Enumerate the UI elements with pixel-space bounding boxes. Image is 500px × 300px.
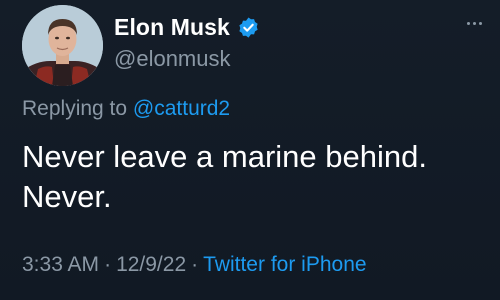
more-options-icon[interactable] (467, 22, 482, 25)
profile-photo (22, 5, 103, 86)
meta-separator: · (104, 253, 112, 276)
tweet-source-link[interactable]: Twitter for iPhone (203, 253, 366, 276)
avatar[interactable] (22, 5, 103, 86)
more-dot (467, 22, 470, 25)
author-name-row: Elon Musk (114, 13, 260, 41)
tweet-card: Elon Musk @elonmusk Replying to @catturd… (0, 0, 500, 300)
meta-separator: · (191, 253, 199, 276)
more-dot (479, 22, 482, 25)
tweet-text-line: Never. (22, 179, 112, 214)
more-dot (473, 22, 476, 25)
author-handle[interactable]: @elonmusk (114, 45, 231, 73)
tweet-text: Never leave a marine behind. Never. (22, 137, 492, 217)
replying-to-label: Replying to (22, 97, 133, 120)
tweet-time[interactable]: 3:33 AM (22, 253, 99, 276)
replying-to-line: Replying to @catturd2 (22, 96, 230, 122)
author-display-name[interactable]: Elon Musk (114, 13, 230, 41)
reply-mention-link[interactable]: @catturd2 (133, 97, 230, 120)
tweet-date[interactable]: 12/9/22 (116, 253, 186, 276)
tweet-text-line: Never leave a marine behind. (22, 139, 427, 174)
verified-badge-icon (237, 16, 260, 39)
tweet-meta: 3:33 AM · 12/9/22 · Twitter for iPhone (22, 252, 367, 278)
